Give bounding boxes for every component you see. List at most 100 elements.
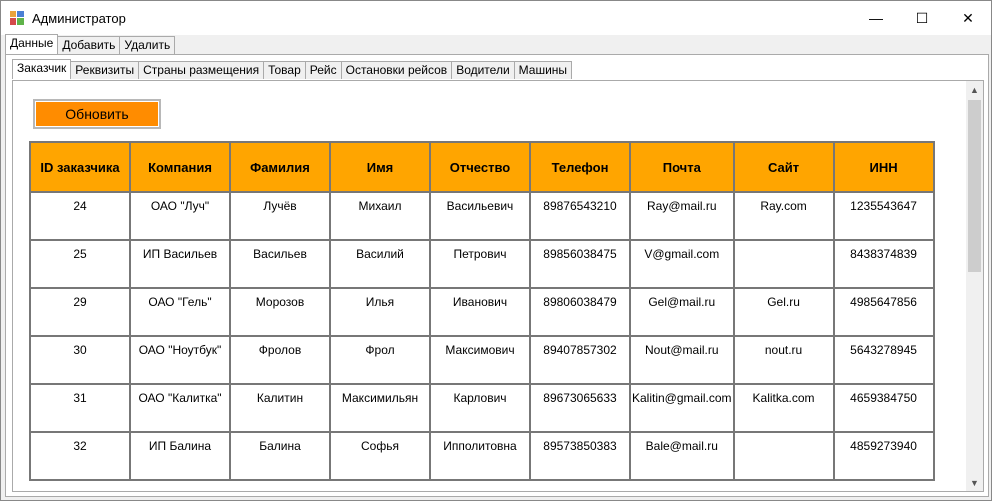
table-cell[interactable]: Максимильян <box>329 383 431 433</box>
main-tab-0[interactable]: Данные <box>5 34 59 54</box>
table-cell[interactable]: Михаил <box>329 191 431 241</box>
table-row[interactable]: 24 ОАО "Луч" Лучёв Михаил Васильевич 89876543… <box>29 191 935 241</box>
main-tab-2[interactable]: Удалить <box>119 36 176 54</box>
maximize-button[interactable]: ☐ <box>899 1 945 35</box>
table-cell[interactable]: ОАО "Гель" <box>129 287 231 337</box>
main-tab-panel: Заказчик Реквизиты Страны размещения Товар Р… <box>5 54 989 497</box>
table-cell[interactable]: Ray.com <box>732 191 835 241</box>
scroll-down-button[interactable]: ▼ <box>966 474 983 491</box>
column-header[interactable]: Почта <box>629 141 735 193</box>
table-cell[interactable]: 31 <box>29 383 131 433</box>
table-cell[interactable]: ИП Балина <box>129 431 231 481</box>
table-cell[interactable]: nout.ru <box>732 335 835 385</box>
table-cell[interactable] <box>732 239 835 289</box>
table-cell[interactable]: 89806038479 <box>529 287 631 337</box>
sub-tab-6[interactable]: Водители <box>451 61 515 79</box>
table-cell[interactable]: 24 <box>29 191 131 241</box>
chevron-up-icon: ▲ <box>970 84 979 95</box>
scroll-up-button[interactable]: ▲ <box>966 81 983 98</box>
table-cell[interactable]: Калитин <box>229 383 331 433</box>
minimize-icon: — <box>869 10 883 26</box>
table-cell[interactable]: ОАО "Ноутбук" <box>129 335 231 385</box>
column-header[interactable]: Телефон <box>529 141 631 193</box>
table-row[interactable]: 29 ОАО "Гель" Морозов Илья Иванович 898060384… <box>29 287 935 337</box>
table-cell[interactable]: Василий <box>329 239 431 289</box>
table-cell[interactable]: ОАО "Калитка" <box>129 383 231 433</box>
table-cell[interactable]: 4659384750 <box>832 383 935 433</box>
close-icon: ✕ <box>962 9 974 26</box>
minimize-button[interactable]: — <box>853 1 899 35</box>
title-bar: Администратор — ☐ ✕ <box>1 1 991 35</box>
table-cell[interactable]: ИП Васильев <box>129 239 231 289</box>
table-cell[interactable] <box>732 431 835 481</box>
close-button[interactable]: ✕ <box>945 1 991 35</box>
table-cell[interactable]: V@gmail.com <box>629 239 735 289</box>
table-row[interactable]: 31 ОАО "Калитка" Калитин Максимильян Карлови… <box>29 383 935 433</box>
table-row[interactable]: 25 ИП Васильев Васильев Василий Петрович 8985… <box>29 239 935 289</box>
table-cell[interactable]: 1235543647 <box>832 191 935 241</box>
table-cell[interactable]: Ray@mail.ru <box>629 191 735 241</box>
main-tab-1[interactable]: Добавить <box>57 36 121 54</box>
table-cell[interactable]: 4859273940 <box>832 431 935 481</box>
table-cell[interactable]: Иванович <box>429 287 531 337</box>
column-header[interactable]: Имя <box>329 141 431 193</box>
table-cell[interactable]: Nout@mail.ru <box>629 335 735 385</box>
sub-tab-2[interactable]: Страны размещения <box>138 61 265 79</box>
main-tab-strip: Данные Добавить Удалить <box>5 34 176 54</box>
table-cell[interactable]: 25 <box>29 239 131 289</box>
table-cell[interactable]: Gel@mail.ru <box>629 287 735 337</box>
sub-tab-strip: Заказчик Реквизиты Страны размещения Товар Р… <box>12 59 573 79</box>
sub-tab-7[interactable]: Машины <box>513 61 573 79</box>
table-cell[interactable]: 5643278945 <box>832 335 935 385</box>
column-header[interactable]: ИНН <box>832 141 935 193</box>
column-header[interactable]: ID заказчика <box>29 141 131 193</box>
table-cell[interactable]: ОАО "Луч" <box>129 191 231 241</box>
table-cell[interactable]: Петрович <box>429 239 531 289</box>
table-cell[interactable]: 8438374839 <box>832 239 935 289</box>
table-cell[interactable]: Фрол <box>329 335 431 385</box>
customers-table: ID заказчика Компания Фамилия Имя Отчество Те… <box>29 141 935 481</box>
column-header[interactable]: Компания <box>129 141 231 193</box>
table-cell[interactable]: 4985647856 <box>832 287 935 337</box>
sub-tab-1[interactable]: Реквизиты <box>70 61 140 79</box>
table-cell[interactable]: 89856038475 <box>529 239 631 289</box>
table-cell[interactable]: Илья <box>329 287 431 337</box>
vertical-scrollbar[interactable]: ▲ ▼ <box>966 81 983 491</box>
table-cell[interactable]: Bale@mail.ru <box>629 431 735 481</box>
sub-tab-4[interactable]: Рейс <box>304 61 342 79</box>
table-cell[interactable]: 89407857302 <box>529 335 631 385</box>
table-cell[interactable]: Карлович <box>429 383 531 433</box>
table-cell[interactable]: Gel.ru <box>732 287 835 337</box>
table-cell[interactable]: Ипполитовна <box>429 431 531 481</box>
table-cell[interactable]: Kalitka.com <box>732 383 835 433</box>
column-header[interactable]: Фамилия <box>229 141 331 193</box>
column-header[interactable]: Сайт <box>732 141 835 193</box>
sub-tab-5[interactable]: Остановки рейсов <box>340 61 453 79</box>
maximize-icon: ☐ <box>915 9 929 26</box>
customer-panel: Обновить ID заказчика Компания Фамилия Имя О… <box>12 80 984 492</box>
table-cell[interactable]: 29 <box>29 287 131 337</box>
app-icon <box>10 11 24 25</box>
table-cell[interactable]: Балина <box>229 431 331 481</box>
table-cell[interactable]: Фролов <box>229 335 331 385</box>
table-cell[interactable]: Васильевич <box>429 191 531 241</box>
table-cell[interactable]: 30 <box>29 335 131 385</box>
table-cell[interactable]: Васильев <box>229 239 331 289</box>
column-header[interactable]: Отчество <box>429 141 531 193</box>
chevron-down-icon: ▼ <box>970 477 979 488</box>
table-row[interactable]: 30 ОАО "Ноутбук" Фролов Фрол Максимович 89407… <box>29 335 935 385</box>
table-cell[interactable]: 32 <box>29 431 131 481</box>
sub-tab-3[interactable]: Товар <box>263 61 306 79</box>
table-cell[interactable]: Софья <box>329 431 431 481</box>
table-cell[interactable]: Максимович <box>429 335 531 385</box>
table-cell[interactable]: 89573850383 <box>529 431 631 481</box>
table-row[interactable]: 32 ИП Балина Балина Софья Ипполитовна 8957385… <box>29 431 935 481</box>
table-cell[interactable]: 89673065633 <box>529 383 631 433</box>
refresh-button[interactable]: Обновить <box>33 99 161 129</box>
table-cell[interactable]: 89876543210 <box>529 191 631 241</box>
table-cell[interactable]: Лучёв <box>229 191 331 241</box>
sub-tab-0[interactable]: Заказчик <box>12 59 72 79</box>
table-cell[interactable]: Морозов <box>229 287 331 337</box>
table-cell[interactable]: Kalitin@gmail.com <box>629 383 735 433</box>
scrollbar-thumb[interactable] <box>968 100 981 272</box>
